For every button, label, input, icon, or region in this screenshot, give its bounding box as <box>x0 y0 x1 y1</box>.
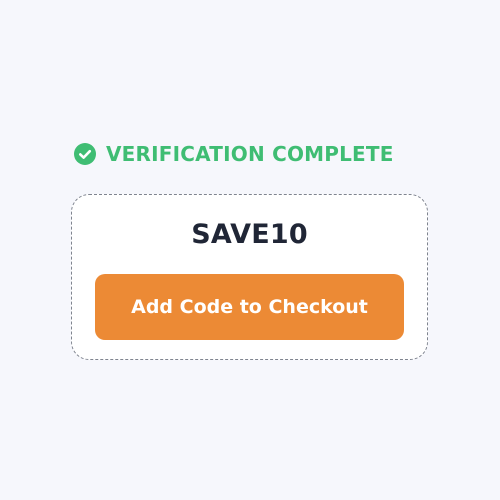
coupon-code: SAVE10 <box>191 219 308 250</box>
check-circle-icon <box>74 143 96 165</box>
verification-status-text: VERIFICATION COMPLETE <box>106 142 394 166</box>
add-code-to-checkout-button[interactable]: Add Code to Checkout <box>95 274 404 340</box>
coupon-code-card: SAVE10 Add Code to Checkout <box>71 194 428 360</box>
verification-status: VERIFICATION COMPLETE <box>74 142 394 166</box>
